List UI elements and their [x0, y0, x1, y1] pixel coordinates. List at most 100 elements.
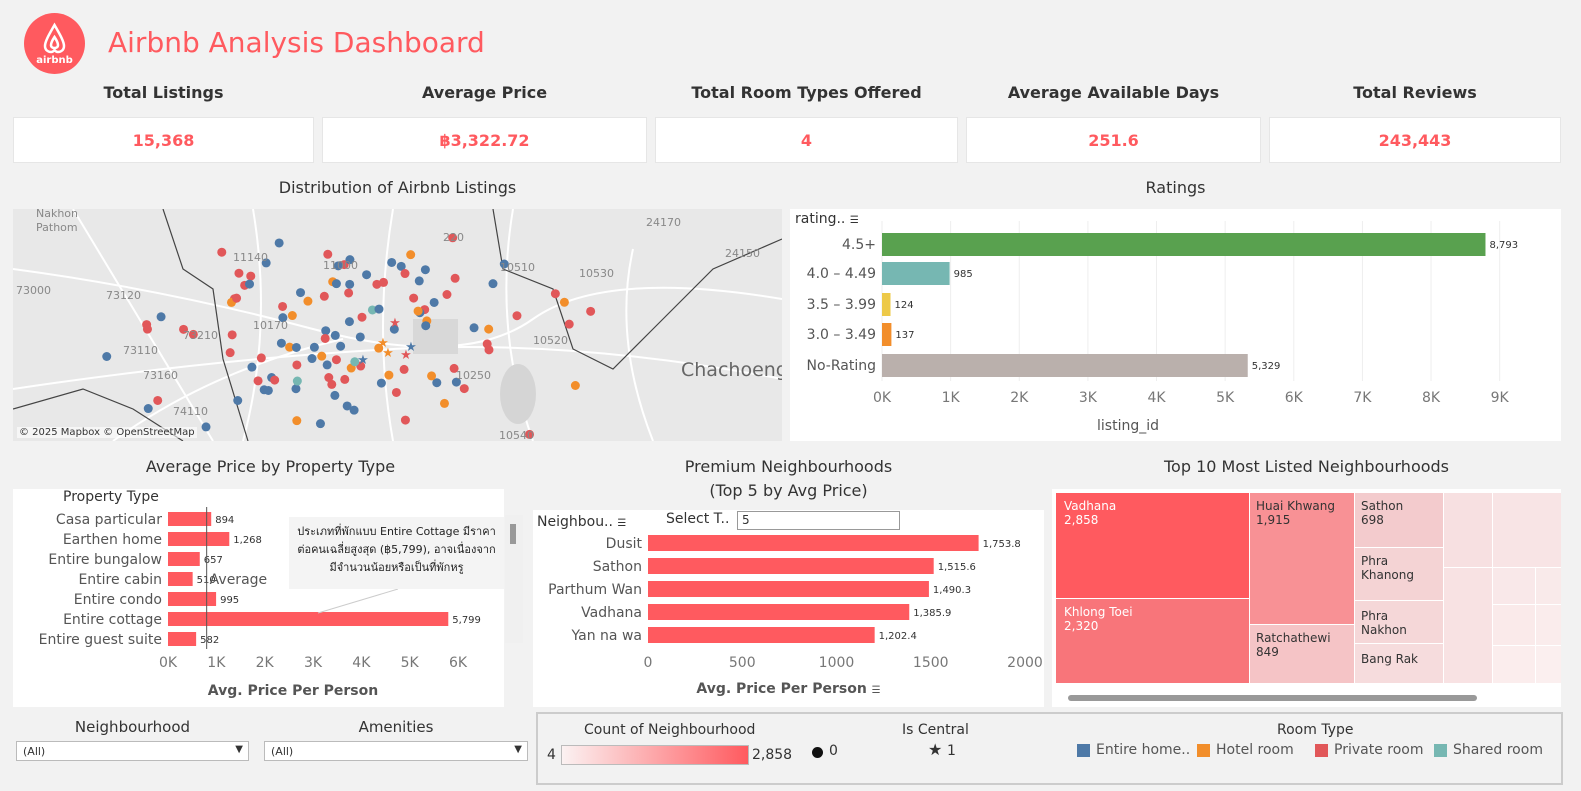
treemap-cell-small[interactable] — [1493, 605, 1535, 645]
bar — [168, 592, 217, 606]
treemap-cell-small[interactable] — [1536, 568, 1561, 604]
chevron-down-icon[interactable]: ▼ — [514, 744, 522, 755]
sort-icon[interactable]: ☰ — [872, 685, 881, 696]
listings-map[interactable]: ★ ★ ★ ★ ★ ★ Nakhon Pathom 24170 11140 11000 1… — [13, 209, 782, 441]
premium-header[interactable]: Neighbou.. ☰ — [537, 514, 626, 530]
legend-room-hotel[interactable]: Hotel room — [1197, 742, 1294, 758]
bar — [168, 612, 449, 626]
map-point — [342, 401, 352, 411]
kpi-title-average-price: Average Price — [421, 83, 548, 102]
map-point — [276, 338, 286, 348]
category-label: 4.0 – 4.49 — [807, 266, 876, 282]
treemap-cell-small[interactable] — [1444, 568, 1492, 683]
treemap-cell-small[interactable] — [1493, 568, 1535, 604]
data-label: 5,329 — [1252, 361, 1281, 372]
legend-gradient — [561, 745, 749, 765]
treemap-cell-ratchathewi[interactable]: Ratchathewi 849 — [1250, 625, 1354, 683]
category-label: Parthum Wan — [548, 582, 642, 598]
treemap-cell-small[interactable] — [1493, 493, 1561, 567]
premium-xlabel[interactable]: Avg. Price Per Person ☰ — [533, 681, 1044, 697]
logo-text: airbnb — [36, 55, 73, 66]
tick-label: 6K — [449, 655, 468, 671]
map-point — [427, 371, 437, 381]
bar — [882, 262, 950, 285]
legend-room-title: Room Type — [1277, 722, 1354, 738]
treemap-cell-small[interactable] — [1444, 493, 1492, 567]
category-label: 4.5+ — [842, 237, 876, 253]
property-scrollbar[interactable] — [505, 515, 523, 643]
treemap-scrollbar[interactable] — [1068, 695, 1477, 701]
map-point — [450, 273, 460, 283]
treemap-cell-small[interactable] — [1536, 605, 1561, 645]
chevron-down-icon[interactable]: ▼ — [235, 744, 243, 755]
map-point — [315, 419, 325, 429]
treemap-cell-small[interactable] — [1493, 646, 1535, 683]
tick-label: 4K — [352, 655, 371, 671]
map-point — [469, 323, 479, 333]
svg-text:10520: 10520 — [533, 334, 568, 347]
kpi-card-total-reviews: 243,443 — [1269, 117, 1561, 163]
premium-title-line2: (Top 5 by Avg Price) — [709, 481, 868, 500]
annotation-pointer — [317, 588, 399, 614]
map-point — [225, 348, 235, 358]
map-point — [330, 330, 340, 340]
legend-room-shared[interactable]: Shared room — [1434, 742, 1543, 758]
kpi-value: ฿3,322.72 — [439, 130, 530, 150]
select-top-input[interactable]: 5 — [737, 511, 900, 530]
data-label: 1,385.9 — [913, 608, 951, 619]
map-point — [296, 288, 306, 298]
data-label: 894 — [215, 515, 234, 526]
treemap-cell-small[interactable] — [1536, 646, 1561, 683]
reference-label: Average — [210, 572, 268, 588]
map-point — [245, 279, 255, 289]
map-point — [234, 268, 244, 278]
svg-text:10250: 10250 — [456, 369, 491, 382]
bar — [168, 552, 200, 566]
swatch — [1315, 743, 1328, 757]
filter-amenities-label: Amenities — [358, 718, 434, 736]
map-point — [330, 390, 340, 400]
filter-neighbourhood-dropdown[interactable]: (All) ▼ — [16, 741, 249, 761]
tick-label: 1500 — [913, 655, 949, 671]
data-label: 8,793 — [1489, 240, 1518, 251]
map-point — [400, 415, 410, 425]
map-point — [292, 376, 302, 386]
select-top-label: Select T.. — [666, 511, 730, 527]
legend-room-private[interactable]: Private room — [1315, 742, 1423, 758]
map-point — [384, 370, 394, 380]
map-point — [336, 341, 346, 351]
map-star-point: ★ — [357, 353, 369, 368]
sort-icon[interactable]: ☰ — [617, 518, 626, 529]
map-point — [324, 373, 334, 383]
bar — [168, 532, 230, 546]
category-label: Sathon — [593, 559, 642, 575]
tick-label: 2K — [256, 655, 275, 671]
map-point — [227, 330, 237, 340]
sort-icon[interactable]: ☰ — [850, 215, 859, 226]
svg-text:73120: 73120 — [106, 289, 141, 302]
legend-count-title: Count of Neighbourhood — [584, 722, 756, 738]
bar — [648, 581, 929, 597]
map-point — [263, 385, 273, 395]
ratings-header[interactable]: rating.. ☰ — [795, 211, 859, 227]
kpi-value: 15,368 — [132, 130, 195, 150]
treemap-cell-huai-khwang[interactable]: Huai Khwang 1,915 — [1250, 493, 1354, 624]
map-point — [278, 301, 288, 311]
map-canvas[interactable]: ★★★★ ★ ★ Nakhon Pathom 24170 11140 11000 1… — [13, 209, 782, 441]
map-point — [247, 362, 257, 372]
treemap-cell-khlong-toei[interactable]: Khlong Toei 2,320 — [1056, 599, 1249, 683]
filter-amenities-dropdown[interactable]: (All) ▼ — [264, 741, 528, 761]
treemap-cell-phra-khanong[interactable]: Phra Khanong — [1355, 548, 1443, 600]
data-label: 5,799 — [452, 615, 481, 626]
map-point — [201, 422, 211, 432]
treemap-cell-phra-nakhon[interactable]: Phra Nakhon — [1355, 601, 1443, 643]
treemap-cell-bang-rak[interactable]: Bang Rak — [1355, 644, 1443, 683]
map-point — [309, 342, 319, 352]
legend-room-entire-home[interactable]: Entire home.. — [1077, 742, 1190, 758]
treemap-cell-vadhana[interactable]: Vadhana 2,858 — [1056, 493, 1249, 598]
tick-label: 1K — [207, 655, 226, 671]
map-point — [320, 333, 330, 343]
category-label: Yan na wa — [571, 628, 642, 644]
treemap-cell-sathon[interactable]: Sathon 698 — [1355, 493, 1443, 547]
svg-text:73210: 73210 — [183, 329, 218, 342]
